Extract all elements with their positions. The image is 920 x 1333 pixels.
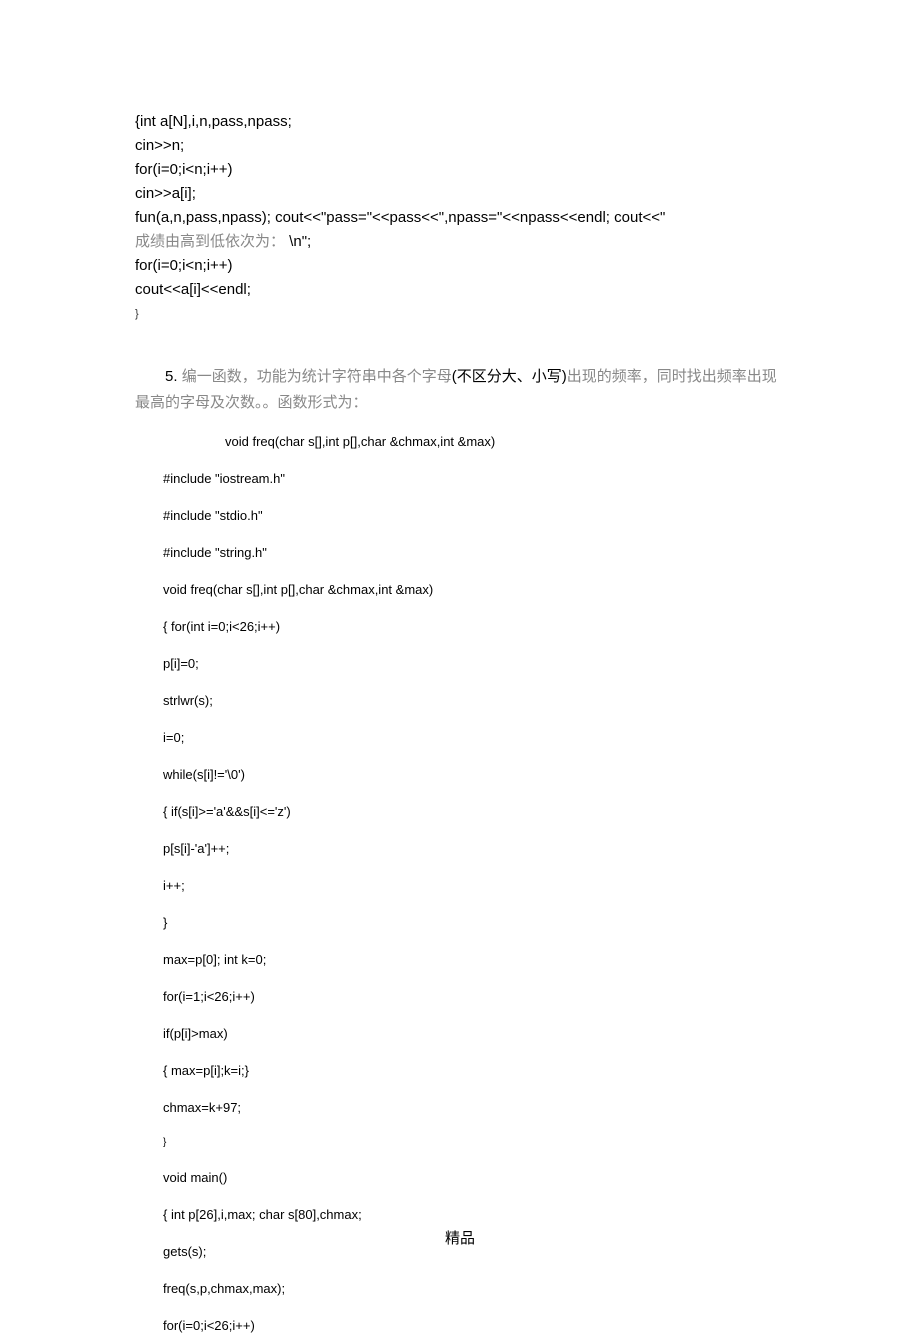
code-line: { for(int i=0;i<26;i++)	[163, 619, 785, 634]
code-line: cin>>a[i];	[135, 182, 785, 206]
code-line: #include "iostream.h"	[163, 471, 785, 486]
code-line: void main()	[163, 1170, 785, 1185]
code-block-1: {int a[N],i,n,pass,npass; cin>>n; for(i=…	[135, 110, 785, 326]
code-line: for(i=1;i<26;i++)	[163, 989, 785, 1004]
code-line: {int a[N],i,n,pass,npass;	[135, 110, 785, 134]
code-line: if(p[i]>max)	[163, 1026, 785, 1041]
code-line: void freq(char s[],int p[],char &chmax,i…	[163, 582, 785, 597]
code-text: \n";	[285, 233, 311, 250]
problem-text: 编一函数，功能为统计字符串中各个字母	[182, 369, 452, 385]
code-line: 成绩由高到低依次为： \n";	[135, 230, 785, 254]
code-text-cn: 成绩由高到低依次为：	[135, 234, 285, 250]
code-line: }	[163, 1137, 785, 1148]
code-line: for(i=0;i<n;i++)	[135, 254, 785, 278]
code-line: cout<<a[i]<<endl;	[135, 278, 785, 302]
code-block-2: #include "iostream.h" #include "stdio.h"…	[163, 471, 785, 1333]
code-line: #include "string.h"	[163, 545, 785, 560]
code-line: }	[135, 302, 785, 326]
page-footer: 精品	[0, 1227, 920, 1248]
code-line: { max=p[i];k=i;}	[163, 1063, 785, 1078]
problem-paren: (不区分大、小写)	[452, 368, 567, 385]
code-line: for(i=0;i<n;i++)	[135, 158, 785, 182]
code-text: fun(a,n,pass,npass); cout<<"pass="<<pass…	[135, 209, 665, 226]
code-line: { if(s[i]>='a'&&s[i]<='z')	[163, 804, 785, 819]
code-line: while(s[i]!='\0')	[163, 767, 785, 782]
code-line: cin>>n;	[135, 134, 785, 158]
code-line: chmax=k+97;	[163, 1100, 785, 1115]
code-line: fun(a,n,pass,npass); cout<<"pass="<<pass…	[135, 206, 785, 230]
code-line: strlwr(s);	[163, 693, 785, 708]
code-line: }	[163, 915, 785, 930]
code-line: #include "stdio.h"	[163, 508, 785, 523]
document-page: {int a[N],i,n,pass,npass; cin>>n; for(i=…	[0, 0, 920, 1333]
code-line: p[s[i]-'a']++;	[163, 841, 785, 856]
code-line: { int p[26],i,max; char s[80],chmax;	[163, 1207, 785, 1222]
problem-description: 5. 编一函数，功能为统计字符串中各个字母(不区分大、小写)出现的频率，同时找出…	[135, 364, 785, 416]
problem-text: 。函数形式为：	[263, 395, 368, 411]
problem-number: 5.	[165, 368, 182, 385]
code-line: i=0;	[163, 730, 785, 745]
code-line: max=p[0]; int k=0;	[163, 952, 785, 967]
code-line: p[i]=0;	[163, 656, 785, 671]
function-signature: void freq(char s[],int p[],char &chmax,i…	[225, 434, 785, 449]
code-line: i++;	[163, 878, 785, 893]
code-line: freq(s,p,chmax,max);	[163, 1281, 785, 1296]
code-line: for(i=0;i<26;i++)	[163, 1318, 785, 1333]
